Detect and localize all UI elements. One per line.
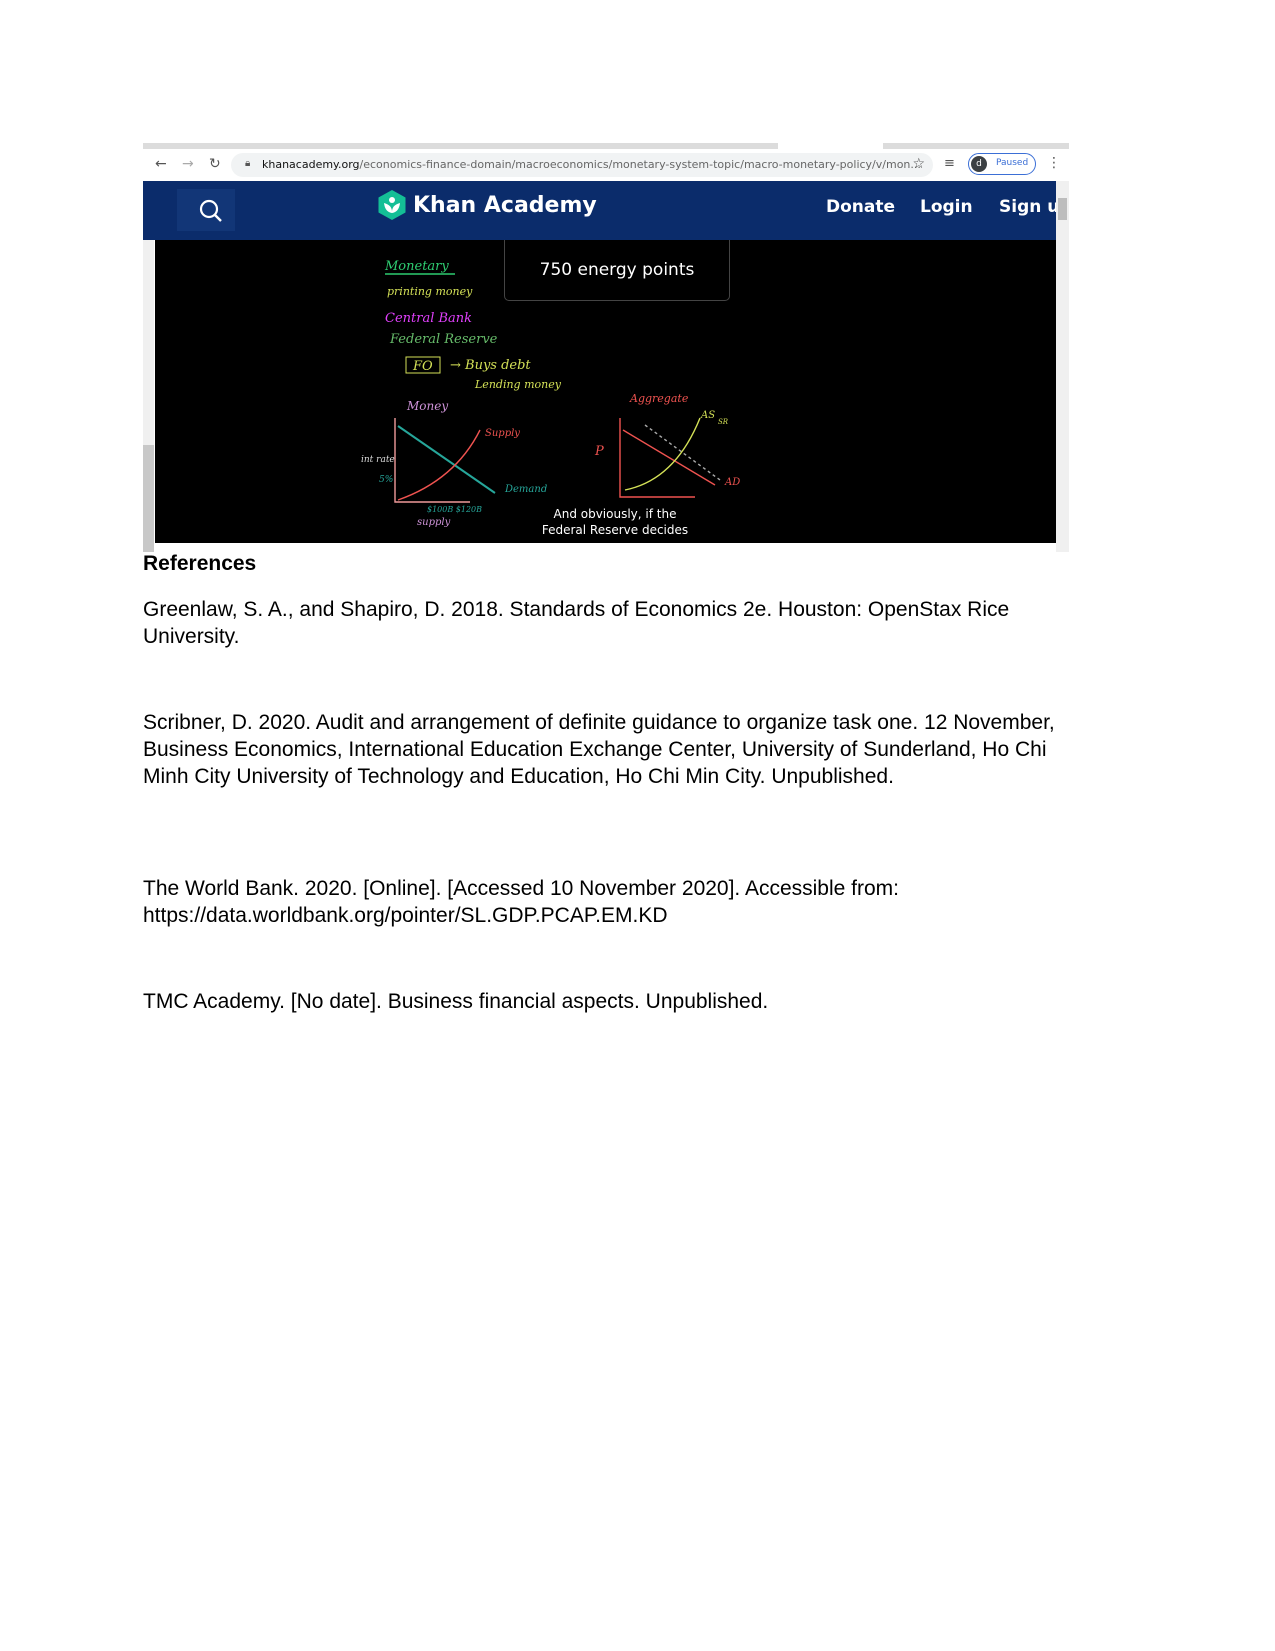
board-monetary: Monetary <box>384 259 449 274</box>
video-player[interactable]: Monetary printing money Central Bank Fed… <box>155 240 1056 543</box>
address-toolbar: ← → ↻ 🔒︎ khanacademy.org/economics-finan… <box>143 150 1069 180</box>
menu-kebab-icon[interactable]: ⋮ <box>1047 155 1061 171</box>
board-fomc: FO <box>412 359 433 374</box>
board-buys-debt: → Buys debt <box>450 358 531 373</box>
embedded-browser-screenshot: ← → ↻ 🔒︎ khanacademy.org/economics-finan… <box>143 143 1069 552</box>
board-lending: Lending money <box>474 378 562 391</box>
reading-list-icon[interactable]: ≡ <box>944 156 955 171</box>
forward-icon[interactable]: → <box>182 156 194 172</box>
references-heading: References <box>143 552 257 575</box>
donate-link[interactable]: Donate <box>826 197 895 217</box>
khan-logo[interactable]: Khan Academy <box>377 190 597 220</box>
reload-icon[interactable]: ↻ <box>209 156 221 172</box>
profile-button[interactable]: d Paused <box>968 153 1036 175</box>
url-path: /economics-finance-domain/macroeconomics… <box>359 158 921 171</box>
avatar: d <box>971 156 987 172</box>
right-scrollbar[interactable] <box>1056 181 1069 552</box>
board-p: P <box>594 444 604 459</box>
left-scrollbar[interactable] <box>143 240 154 552</box>
document-page: ← → ↻ 🔒︎ khanacademy.org/economics-finan… <box>0 0 1275 1651</box>
brand-name: Khan Academy <box>413 192 597 218</box>
board-demand: Demand <box>504 484 547 495</box>
caption-line-2: Federal Reserve decides <box>541 523 689 537</box>
reference-item: Scribner, D. 2020. Audit and arrangement… <box>143 711 1055 788</box>
url-bar[interactable]: 🔒︎ khanacademy.org/economics-finance-dom… <box>231 153 933 177</box>
tab-strip <box>143 143 1069 149</box>
back-icon[interactable]: ← <box>155 156 167 172</box>
khan-header: Khan Academy Donate Login Sign up <box>143 181 1069 240</box>
reference-item: Greenlaw, S. A., and Shapiro, D. 2018. S… <box>143 598 1010 648</box>
board-fed: Federal Reserve <box>389 332 498 347</box>
board-central-bank: Central Bank <box>385 311 472 326</box>
board-as: AS <box>700 410 715 421</box>
lock-icon: 🔒︎ <box>245 158 251 169</box>
caption-line-1: And obviously, if the <box>553 507 677 521</box>
board-x-ticks: $100B $120B <box>427 505 482 514</box>
board-aggregate: Aggregate <box>629 392 689 405</box>
reference-item: The World Bank. 2020. [Online]. [Accesse… <box>143 877 899 927</box>
energy-points-toast: 750 energy points <box>504 240 730 301</box>
bookmark-star-icon[interactable]: ☆ <box>912 156 925 172</box>
video-caption: And obviously, if the Federal Reserve de… <box>525 506 705 538</box>
login-link[interactable]: Login <box>920 197 973 217</box>
board-money: Money <box>406 399 448 413</box>
board-printing: printing money <box>387 285 473 298</box>
board-ad: AD <box>724 477 740 488</box>
board-x-label: supply <box>417 517 451 528</box>
board-pct: 5% <box>379 475 393 485</box>
profile-status: Paused <box>996 158 1029 168</box>
reference-item: TMC Academy. [No date]. Business financi… <box>143 990 769 1013</box>
search-icon <box>199 199 222 222</box>
url-domain: khanacademy.org <box>262 158 360 171</box>
search-button[interactable] <box>177 189 235 231</box>
board-int-rate: int rate <box>361 455 395 465</box>
board-supply: Supply <box>485 428 520 439</box>
board-sr: SR <box>718 418 729 426</box>
khan-logo-icon <box>378 190 406 220</box>
